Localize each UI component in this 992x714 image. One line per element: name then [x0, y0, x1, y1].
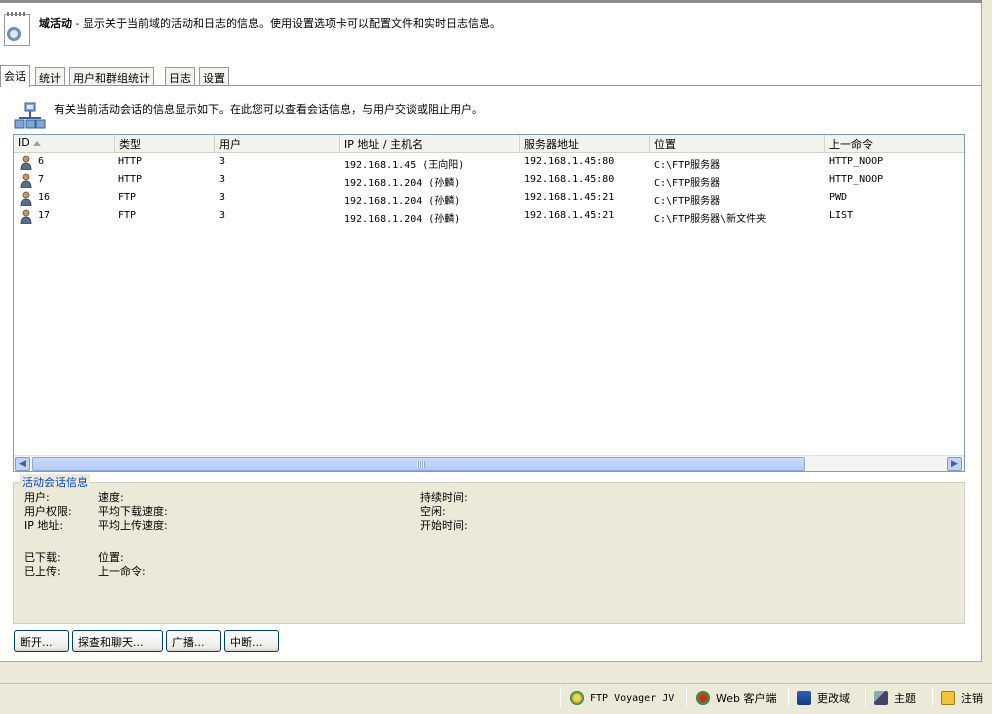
status-separator	[560, 687, 561, 707]
scroll-right-button[interactable]: ▶	[947, 457, 962, 471]
cell-command: HTTP_NOOP	[829, 156, 884, 167]
cell-server: 192.168.1.45:21	[524, 210, 615, 221]
page-description: 显示关于当前域的活动和日志的信息。使用设置选项卡可以配置文件和实时日志信息。	[82, 17, 501, 30]
broadcast-button[interactable]: 广播...	[166, 630, 221, 652]
sessions-info-text: 有关当前活动会话的信息显示如下。在此您可以查看会话信息，与用户交谈或阻止用户。	[54, 103, 483, 116]
tab-statistics[interactable]: 统计	[35, 67, 65, 86]
web-client-link[interactable]: Web 客户端	[696, 689, 776, 707]
header-divider	[0, 0, 982, 3]
cell-command: PWD	[829, 192, 848, 203]
column-header-id[interactable]: ID	[14, 135, 115, 153]
tab-user-group-statistics[interactable]: 用户和群组统计	[69, 67, 154, 86]
user-icon	[20, 209, 32, 224]
disconnect-button[interactable]: 断开...	[14, 630, 69, 652]
scroll-left-button[interactable]: ◀	[15, 457, 30, 471]
column-header-ip[interactable]: IP 地址 / 主机名	[340, 135, 520, 153]
horizontal-scrollbar[interactable]: ◀ ▶	[14, 455, 964, 471]
spy-chat-button[interactable]: 探查和聊天...	[72, 630, 163, 652]
network-users-icon	[14, 102, 46, 129]
table-row[interactable]: 17 FTP 3 192.168.1.204 (孙麟) 192.168.1.45:21 C…	[14, 208, 964, 226]
cell-server: 192.168.1.45:21	[524, 192, 615, 203]
cell-command: HTTP_NOOP	[829, 174, 884, 185]
user-icon	[20, 191, 32, 206]
theme-icon	[874, 691, 888, 705]
cell-id: 16	[38, 192, 51, 203]
cell-id: 6	[38, 156, 45, 167]
cell-user: 3	[219, 156, 226, 167]
ftp-voyager-link[interactable]: FTP Voyager JV	[570, 689, 674, 707]
tab-sessions[interactable]: 会话	[0, 65, 30, 87]
tab-content-border	[0, 85, 982, 86]
status-separator	[788, 687, 789, 707]
page-title: 域活动	[39, 17, 72, 30]
cell-location: C:\FTP服务器\新文件夹	[654, 214, 767, 225]
cell-ip: 192.168.1.204 (孙麟)	[344, 214, 461, 225]
cell-ip: 192.168.1.45 (王向阳)	[344, 160, 465, 171]
domain-activity-panel: 域活动 - 显示关于当前域的活动和日志的信息。使用设置选项卡可以配置文件和实时日…	[0, 0, 982, 662]
key-icon	[941, 691, 955, 705]
ftp-voyager-icon	[570, 691, 584, 705]
theme-link[interactable]: 主题	[874, 689, 916, 707]
cell-server: 192.168.1.45:80	[524, 174, 615, 185]
document-gear-icon	[4, 12, 30, 46]
change-domain-icon	[797, 691, 811, 705]
label-ip: IP 地址:	[24, 519, 64, 532]
cell-ip: 192.168.1.204 (孙麟)	[344, 178, 461, 189]
sort-ascending-icon	[32, 140, 41, 146]
grip-icon	[417, 461, 425, 468]
scroll-thumb[interactable]	[32, 457, 805, 471]
table-row[interactable]: 6 HTTP 3 192.168.1.45 (王向阳) 192.168.1.45:80 C…	[14, 154, 964, 172]
header: 域活动 - 显示关于当前域的活动和日志的信息。使用设置选项卡可以配置文件和实时日…	[39, 15, 501, 31]
user-icon	[20, 173, 32, 188]
tab-bar: 会话 统计 用户和群组统计 日志 设置	[0, 65, 982, 87]
column-header-location[interactable]: 位置	[650, 135, 825, 153]
status-bar: FTP Voyager JV Web 客户端 更改域 主题 注销	[0, 683, 992, 714]
cell-ip: 192.168.1.204 (孙麟)	[344, 196, 461, 207]
web-client-icon	[696, 691, 710, 705]
status-separator	[686, 687, 687, 707]
label-start-time: 开始时间:	[420, 519, 468, 532]
session-table[interactable]: ID 类型 用户 IP 地址 / 主机名 服务器地址 位置 上一命令 6 HTTP…	[13, 134, 965, 472]
label-last-command: 上一命令:	[98, 565, 146, 578]
tab-log[interactable]: 日志	[165, 67, 195, 86]
interrupt-button[interactable]: 中断...	[224, 630, 279, 652]
cell-type: HTTP	[118, 156, 143, 167]
active-session-info: 活动会话信息 用户: 速度: 持续时间: 用户权限: 平均下载速度: 空闲: I…	[13, 474, 965, 624]
column-header-last-command[interactable]: 上一命令	[825, 135, 964, 153]
column-header-type[interactable]: 类型	[115, 135, 215, 153]
logout-link[interactable]: 注销	[941, 689, 983, 707]
cell-server: 192.168.1.45:80	[524, 156, 615, 167]
cell-location: C:\FTP服务器	[654, 196, 721, 207]
cell-type: FTP	[118, 192, 137, 203]
cell-type: HTTP	[118, 174, 143, 185]
cell-location: C:\FTP服务器	[654, 178, 721, 189]
cell-command: LIST	[829, 210, 854, 221]
table-header: ID 类型 用户 IP 地址 / 主机名 服务器地址 位置 上一命令	[14, 135, 964, 153]
cell-user: 3	[219, 192, 226, 203]
cell-user: 3	[219, 210, 226, 221]
cell-user: 3	[219, 174, 226, 185]
group-legend: 活动会话信息	[20, 474, 90, 490]
tab-settings[interactable]: 设置	[199, 67, 229, 86]
user-icon	[20, 155, 32, 170]
cell-id: 7	[38, 174, 45, 185]
cell-id: 17	[38, 210, 51, 221]
status-separator	[865, 687, 866, 707]
table-row[interactable]: 7 HTTP 3 192.168.1.204 (孙麟) 192.168.1.45:80 C…	[14, 172, 964, 190]
title-separator: -	[72, 17, 83, 30]
table-row[interactable]: 16 FTP 3 192.168.1.204 (孙麟) 192.168.1.45:21 C…	[14, 190, 964, 208]
column-header-server-address[interactable]: 服务器地址	[520, 135, 650, 153]
change-domain-link[interactable]: 更改域	[797, 689, 850, 707]
cell-location: C:\FTP服务器	[654, 160, 721, 171]
status-separator	[932, 687, 933, 707]
label-avg-upload: 平均上传速度:	[98, 519, 168, 532]
cell-type: FTP	[118, 210, 137, 221]
column-header-user[interactable]: 用户	[215, 135, 340, 153]
label-uploaded: 已上传:	[24, 565, 61, 578]
